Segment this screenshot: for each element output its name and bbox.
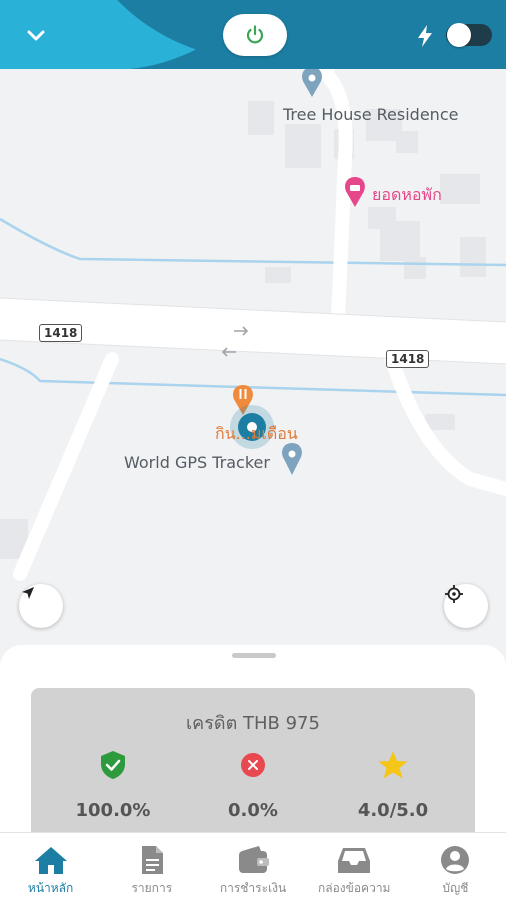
stat-cancellation: 0.0% — [193, 748, 313, 821]
tree-house-pin — [302, 69, 322, 97]
stat-rating: 4.0/5.0 — [333, 748, 453, 821]
nav-label: กล่องข้อความ — [317, 881, 391, 895]
credit-balance: เครดิต THB 975 — [186, 713, 320, 734]
stat-value: 4.0/5.0 — [357, 800, 429, 821]
inbox-icon — [338, 848, 371, 873]
poi-label-tracker: World GPS Tracker — [124, 453, 270, 472]
crosshair-icon — [445, 585, 463, 603]
home-icon — [34, 847, 67, 874]
nav-label: หน้าหลัก — [27, 881, 74, 895]
document-icon — [141, 846, 163, 874]
top-bar — [0, 0, 506, 69]
shield-check-icon — [101, 751, 125, 779]
nav-item-home[interactable]: หน้าหลัก — [0, 833, 101, 900]
stat-acceptance: 100.0% — [53, 748, 173, 821]
toggle-knob[interactable] — [447, 23, 471, 47]
account-icon — [441, 846, 470, 874]
sheet-drag-handle[interactable] — [232, 653, 276, 658]
power-button[interactable] — [223, 14, 287, 56]
credit-card-panel: เครดิต THB 975 100.0% 0.0% 4.0/5.0 — [31, 688, 475, 848]
nav-item-inbox[interactable]: กล่องข้อความ — [304, 833, 405, 900]
poi-label-restaurant: กิน...มเดือน — [215, 424, 298, 443]
star-icon — [378, 751, 408, 779]
nav-item-orders[interactable]: รายการ — [101, 833, 202, 900]
locate-me-button[interactable] — [444, 584, 488, 628]
navigate-button[interactable] — [19, 584, 63, 628]
bottom-navigation: หน้าหลัก รายการ การชำระเงิน กล่องข้อความ — [0, 832, 506, 900]
tracker-pin — [282, 443, 302, 475]
stat-value: 0.0% — [228, 800, 278, 821]
lightning-bolt-icon — [416, 24, 434, 48]
road-shield: 1418 — [39, 324, 83, 342]
nav-label: การชำระเงิน — [219, 881, 287, 895]
navigation-arrow-icon — [22, 587, 34, 599]
nav-item-payment[interactable]: การชำระเงิน — [202, 833, 303, 900]
close-circle-icon — [241, 753, 265, 777]
nav-label: รายการ — [131, 881, 173, 895]
bottom-sheet[interactable]: เครดิต THB 975 100.0% 0.0% 4.0/5.0 — [0, 645, 506, 848]
nav-item-account[interactable]: บัญชี — [405, 833, 506, 900]
nav-label: บัญชี — [442, 881, 469, 895]
map-canvas — [0, 69, 506, 581]
map-view[interactable]: Tree House Residence ยอดหอพัก กิน...มเดื… — [0, 69, 506, 669]
poi-label-guesthouse: ยอดหอพัก — [372, 185, 442, 204]
power-icon — [246, 25, 264, 44]
power-toggle[interactable] — [446, 23, 492, 47]
chevron-down-icon[interactable] — [22, 22, 50, 50]
road-shield: 1418 — [386, 350, 430, 368]
wallet-icon — [239, 846, 269, 873]
stat-value: 100.0% — [75, 800, 151, 821]
poi-label-tree-house: Tree House Residence — [283, 105, 459, 124]
